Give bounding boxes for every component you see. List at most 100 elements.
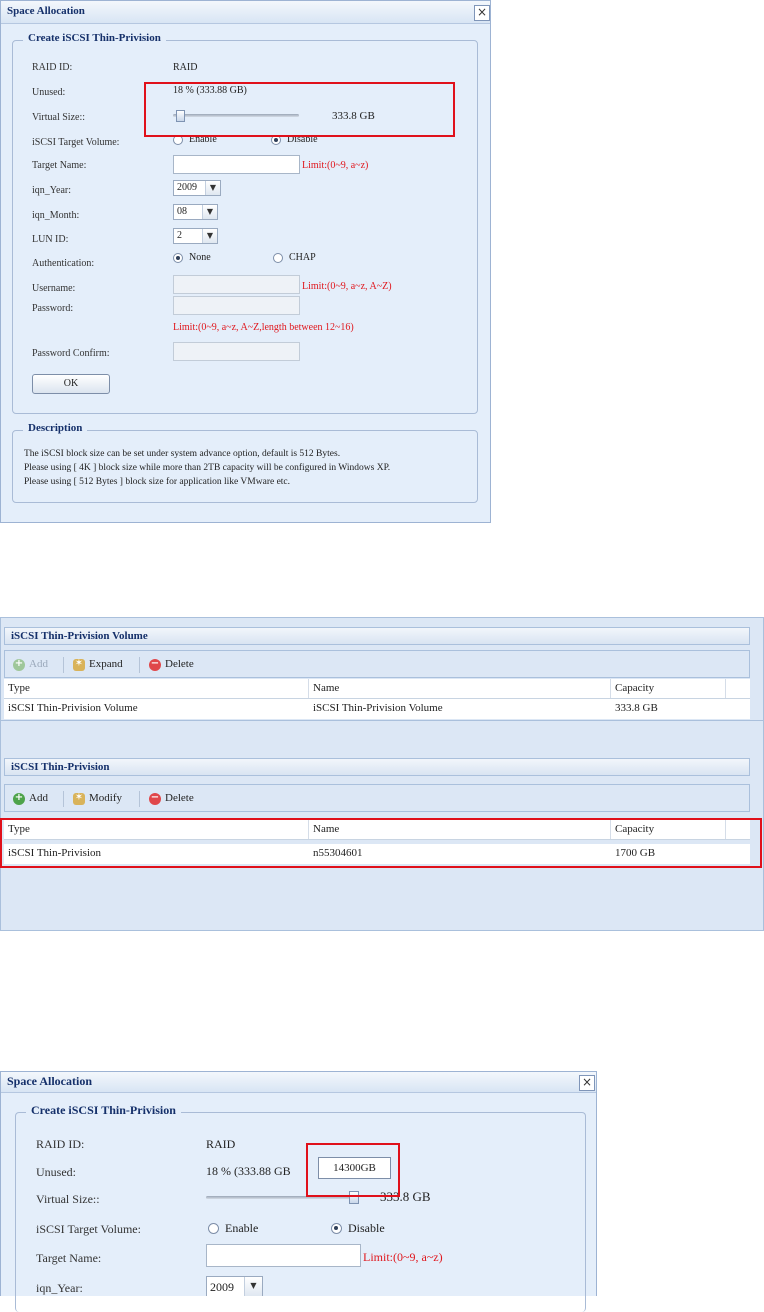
raid-id-label: RAID ID: bbox=[36, 1137, 85, 1151]
thin-toolbar: + Add ✶ Modify − Delete bbox=[4, 784, 750, 812]
row-name: iSCSI Thin-Privision Volume bbox=[313, 702, 443, 714]
enable-radio[interactable] bbox=[208, 1223, 219, 1234]
space-allocation-dialog: Space Allocation × Create iSCSI Thin-Pri… bbox=[0, 0, 491, 523]
dialog-title: Space Allocation bbox=[7, 1074, 93, 1088]
target-name-input[interactable] bbox=[173, 155, 300, 174]
iqn-year-select[interactable]: 2009 ▼ bbox=[173, 180, 221, 196]
row-capacity: 333.8 GB bbox=[615, 702, 658, 714]
raid-id-value: RAID bbox=[206, 1137, 236, 1151]
volume-delete-button[interactable]: Delete bbox=[165, 658, 194, 670]
dialog-titlebar: Space Allocation × bbox=[1, 1, 490, 24]
column-header-type[interactable]: Type bbox=[8, 682, 30, 694]
target-name-label: Target Name: bbox=[36, 1251, 102, 1265]
ok-button[interactable]: OK bbox=[32, 374, 110, 394]
target-volume-label: iSCSI Target Volume: bbox=[36, 1222, 141, 1236]
disable-radio[interactable] bbox=[331, 1223, 342, 1234]
volume-expand-button[interactable]: Expand bbox=[89, 658, 123, 670]
thin-modify-button[interactable]: Modify bbox=[89, 792, 122, 804]
column-divider bbox=[308, 679, 309, 698]
chevron-down-icon: ▼ bbox=[205, 181, 220, 195]
highlight-box bbox=[144, 82, 455, 137]
dialog-titlebar: Space Allocation × bbox=[1, 1072, 596, 1093]
column-header-capacity[interactable]: Capacity bbox=[615, 682, 654, 694]
username-label: Username: bbox=[32, 283, 76, 294]
auth-none-radio[interactable] bbox=[173, 253, 183, 263]
password-confirm-label: Password Confirm: bbox=[32, 348, 110, 359]
authentication-label: Authentication: bbox=[32, 258, 95, 269]
thin-section-header: iSCSI Thin-Privision bbox=[4, 758, 750, 776]
disable-label: Disable bbox=[348, 1221, 385, 1235]
iqn-month-label: iqn_Month: bbox=[32, 210, 80, 221]
chevron-down-icon: ▼ bbox=[202, 229, 217, 243]
thin-add-button[interactable]: Add bbox=[29, 792, 48, 804]
auth-none-label: None bbox=[189, 252, 211, 263]
username-input[interactable] bbox=[173, 275, 300, 294]
add-icon: + bbox=[13, 658, 25, 671]
password-label: Password: bbox=[32, 303, 74, 314]
virtual-size-label: Virtual Size:: bbox=[32, 112, 85, 123]
target-name-input[interactable] bbox=[206, 1244, 361, 1267]
row-type: iSCSI Thin-Privision Volume bbox=[8, 702, 138, 714]
unused-label: Unused: bbox=[36, 1165, 76, 1179]
enable-label: Enable bbox=[225, 1221, 259, 1235]
create-thin-provision-fieldset: Create iSCSI Thin-Privision bbox=[15, 1103, 586, 1312]
thin-section-title: iSCSI Thin-Privision bbox=[11, 761, 110, 773]
target-name-hint: Limit:(0~9, a~z) bbox=[363, 1250, 443, 1264]
description-line: The iSCSI block size can be set under sy… bbox=[24, 449, 341, 459]
chevron-down-icon: ▼ bbox=[244, 1277, 262, 1296]
iqn-year-select[interactable]: 2009 ▼ bbox=[206, 1276, 263, 1296]
expand-icon: ✶ bbox=[73, 658, 85, 671]
target-name-label: Target Name: bbox=[32, 160, 87, 171]
modify-icon: ✶ bbox=[73, 792, 85, 805]
password-input[interactable] bbox=[173, 296, 300, 315]
delete-icon: − bbox=[149, 658, 161, 671]
unused-value: 18 % (333.88 GB bbox=[206, 1164, 291, 1178]
volume-section-header: iSCSI Thin-Privision Volume bbox=[4, 627, 750, 645]
iqn-year-label: iqn_Year: bbox=[36, 1281, 83, 1295]
toolbar-separator bbox=[139, 657, 140, 673]
toolbar-separator bbox=[63, 657, 64, 673]
delete-icon: − bbox=[149, 792, 161, 805]
volume-section-title: iSCSI Thin-Privision Volume bbox=[11, 630, 148, 642]
highlight-box bbox=[306, 1143, 400, 1197]
virtual-size-label: Virtual Size:: bbox=[36, 1192, 100, 1206]
password-confirm-input[interactable] bbox=[173, 342, 300, 361]
volume-toolbar: + Add ✶ Expand − Delete bbox=[4, 650, 750, 678]
description-line: Please using [ 4K ] block size while mor… bbox=[24, 463, 391, 473]
dialog-title: Space Allocation bbox=[7, 5, 85, 17]
username-hint: Limit:(0~9, a~z, A~Z) bbox=[302, 281, 392, 292]
iqn-year-label: iqn_Year: bbox=[32, 185, 71, 196]
toolbar-separator bbox=[139, 791, 140, 807]
iqn-year-value: 2009 bbox=[210, 1280, 234, 1294]
volume-table-header: Type Name Capacity bbox=[4, 679, 750, 699]
unused-label: Unused: bbox=[32, 87, 66, 98]
volume-add-button[interactable]: Add bbox=[29, 658, 48, 670]
highlight-box bbox=[0, 818, 762, 868]
iqn-year-value: 2009 bbox=[177, 182, 197, 193]
target-name-hint: Limit:(0~9, a~z) bbox=[302, 160, 369, 171]
raid-id-value: RAID bbox=[173, 62, 198, 73]
add-icon: + bbox=[13, 792, 25, 805]
raid-id-label: RAID ID: bbox=[32, 62, 73, 73]
lun-id-value: 2 bbox=[177, 230, 182, 241]
table-row[interactable]: iSCSI Thin-Privision Volume iSCSI Thin-P… bbox=[4, 699, 750, 719]
close-icon[interactable]: × bbox=[474, 5, 490, 21]
lun-id-label: LUN ID: bbox=[32, 234, 69, 245]
toolbar-separator bbox=[63, 791, 64, 807]
password-hint: Limit:(0~9, a~z, A~Z,length between 12~1… bbox=[173, 322, 354, 333]
description-line: Please using [ 512 Bytes ] block size fo… bbox=[24, 477, 291, 487]
form-legend: Create iSCSI Thin-Privision bbox=[23, 32, 166, 44]
column-divider bbox=[725, 679, 726, 698]
auth-chap-radio[interactable] bbox=[273, 253, 283, 263]
iqn-month-select[interactable]: 08 ▼ bbox=[173, 204, 218, 220]
lun-id-select[interactable]: 2 ▼ bbox=[173, 228, 218, 244]
description-legend: Description bbox=[23, 422, 88, 434]
column-header-name[interactable]: Name bbox=[313, 682, 339, 694]
form-legend: Create iSCSI Thin-Privision bbox=[26, 1103, 181, 1118]
close-icon[interactable]: × bbox=[579, 1075, 595, 1091]
target-volume-label: iSCSI Target Volume: bbox=[32, 137, 120, 148]
column-divider bbox=[610, 679, 611, 698]
iqn-month-value: 08 bbox=[177, 206, 187, 217]
thin-delete-button[interactable]: Delete bbox=[165, 792, 194, 804]
auth-chap-label: CHAP bbox=[289, 252, 316, 263]
